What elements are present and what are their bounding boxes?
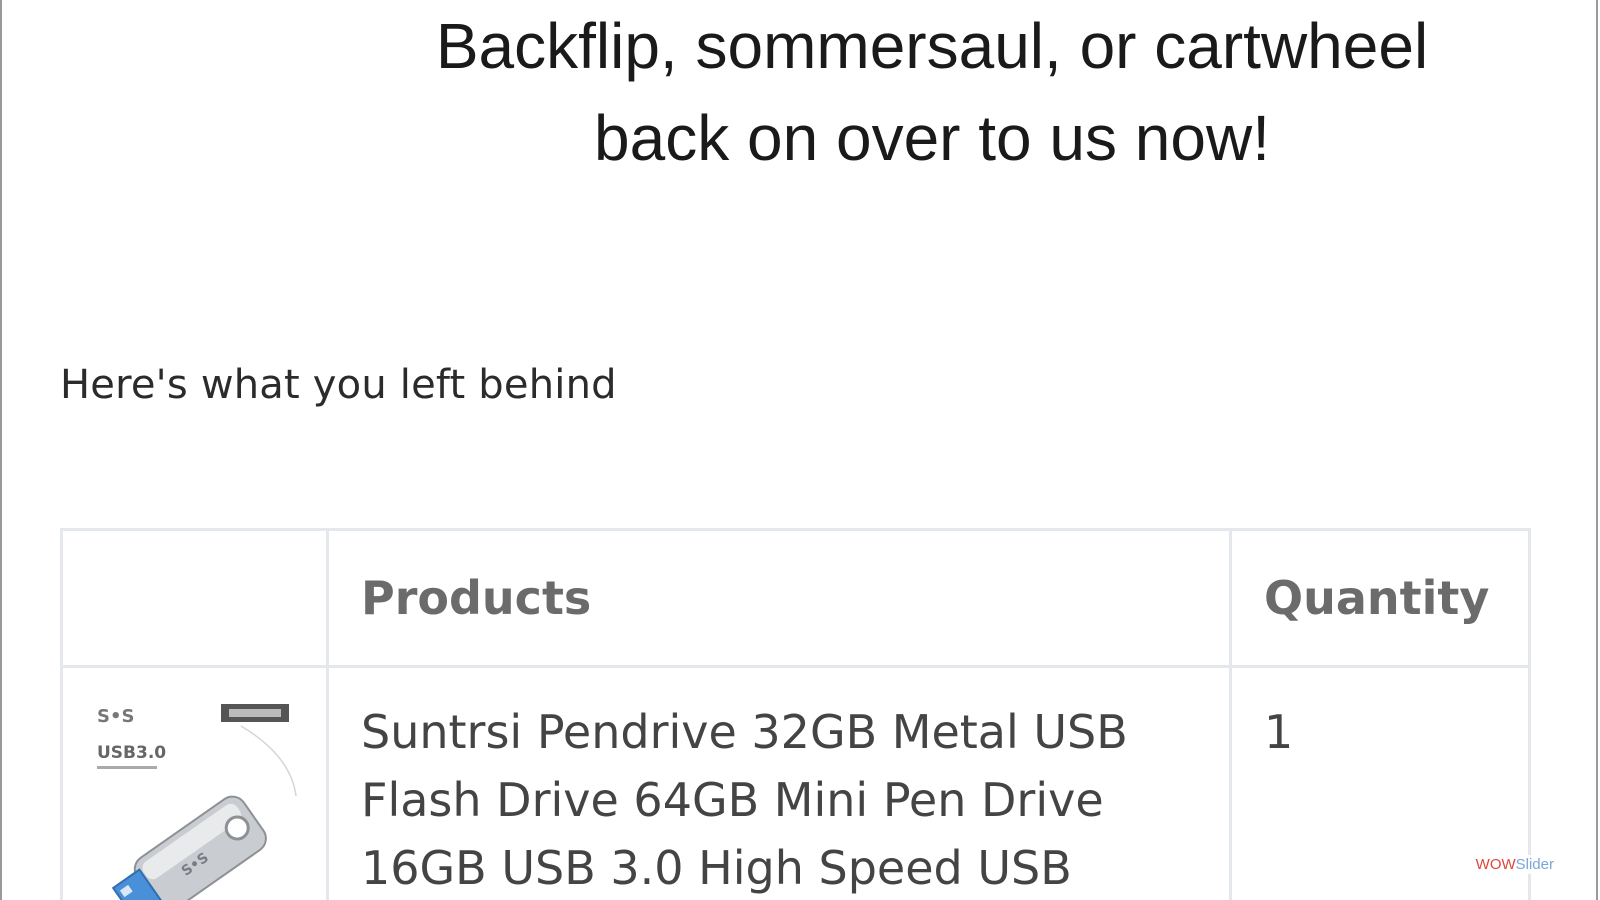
headline: Backflip, sommersaul, or cartwheel back … — [382, 0, 1482, 184]
usb-flash-drive-image[interactable]: S•S USB3.0 S•S — [91, 696, 301, 900]
header-image — [60, 528, 329, 668]
usb3-badge-text: USB3.0 — [97, 743, 166, 763]
table-row: S•S USB3.0 S•S Suntrsi Pendrive 32GB Met… — [60, 665, 1531, 900]
watermark-part-2: Slider — [1515, 856, 1554, 873]
header-quantity: Quantity — [1229, 528, 1531, 668]
wowslider-watermark: WOWSlider — [1471, 855, 1558, 874]
watermark-part-1: WOW — [1475, 856, 1516, 873]
headline-line-1: Backflip, sommersaul, or cartwheel — [435, 10, 1429, 82]
email-frame: Backflip, sommersaul, or cartwheel back … — [0, 0, 1598, 900]
product-name-cell[interactable]: Suntrsi Pendrive 32GB Metal USB Flash Dr… — [326, 665, 1232, 900]
headline-line-2: back on over to us now! — [594, 102, 1270, 174]
left-behind-heading: Here's what you left behind — [60, 362, 617, 408]
product-image-cell: S•S USB3.0 S•S — [60, 665, 329, 900]
header-products: Products — [326, 528, 1232, 668]
table-header-row: Products Quantity — [60, 528, 1531, 668]
cart-table: Products Quantity S•S USB3.0 S•S Suntrsi… — [60, 528, 1531, 900]
brand-mark-text: S•S — [97, 706, 134, 727]
